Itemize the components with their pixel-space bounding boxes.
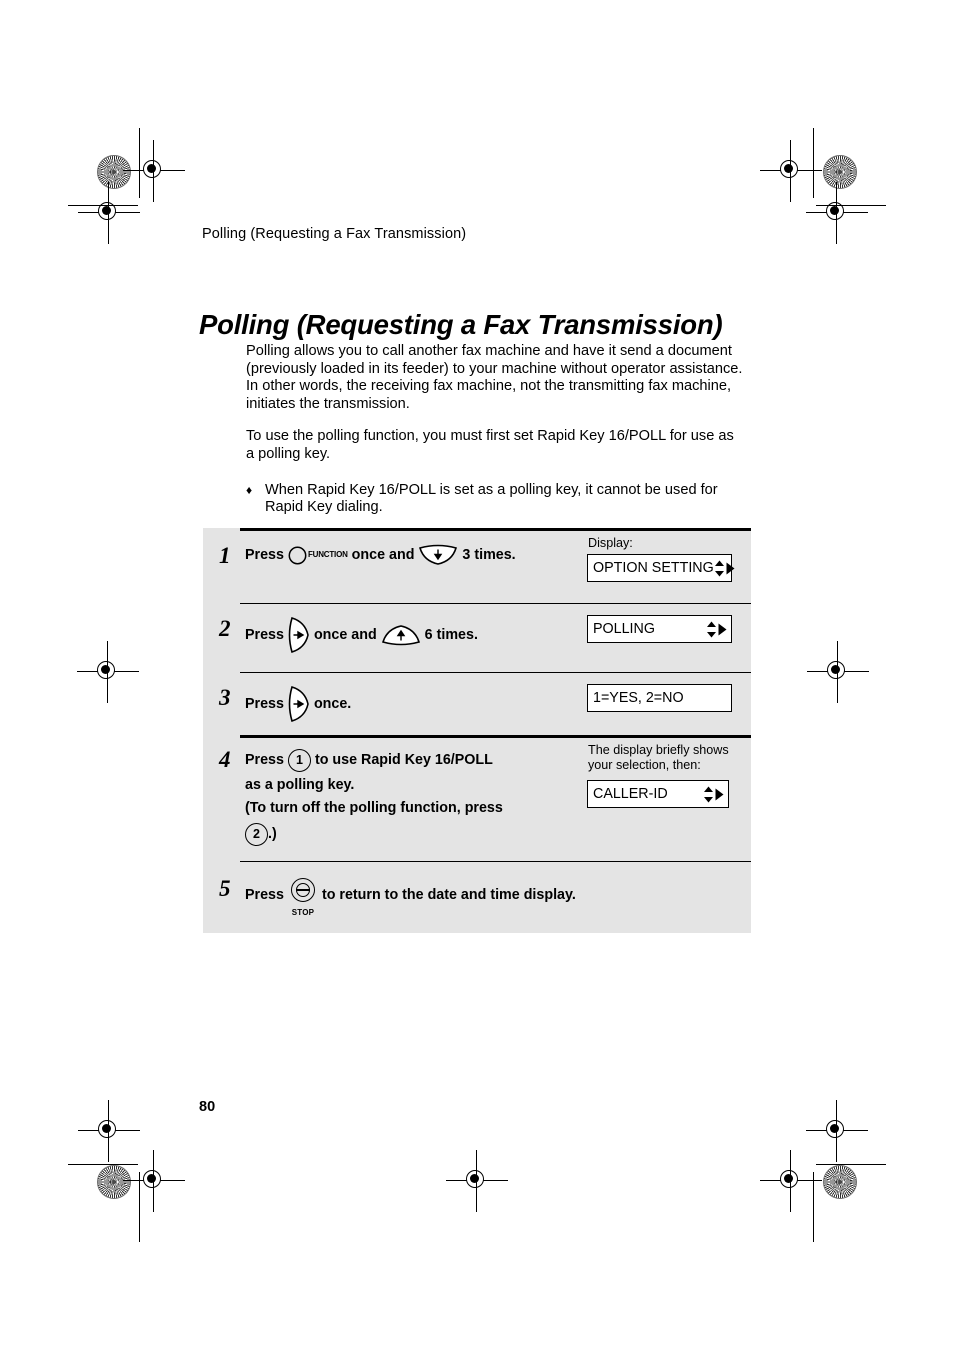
function-key-label: FUNCTION: [307, 550, 348, 560]
step-2-mid-text: once and: [313, 626, 377, 643]
step-4-line-4-tail: .): [268, 826, 277, 842]
page-title: Polling (Requesting a Fax Transmission): [199, 309, 723, 341]
intro-section: Polling allows you to call another fax m…: [246, 343, 744, 517]
trim-line-top-left-horizontal: [68, 205, 138, 207]
crop-mark-mid-left: [77, 641, 139, 703]
diamond-bullet-icon: ♦: [246, 482, 253, 497]
stop-key-slash: [295, 889, 310, 891]
step-3: 3 Press once. 1=YES, 2=NO: [203, 672, 751, 735]
step-2-instruction: Press once and 6 times.: [245, 616, 478, 654]
step-3-tail-text: once.: [313, 695, 352, 712]
step-1-display-caption: Display:: [588, 536, 633, 550]
step-1-instruction: Press FUNCTION once and 3 times.: [245, 543, 516, 567]
crop-mark-top-left-outer: [78, 182, 140, 244]
crop-mark-bottom-left-inner: [123, 1150, 185, 1212]
step-2-number: 2: [219, 616, 231, 641]
step-1: 1 Press FUNCTION once and 3 times. Displ…: [203, 528, 751, 603]
step-5-number: 5: [219, 876, 231, 901]
step-4-press-word: Press: [245, 752, 284, 768]
step-5: 5 Press STOP to return to the date and t…: [203, 861, 751, 933]
intro-paragraph-2: To use the polling function, you must fi…: [246, 428, 734, 462]
procedure-panel: 1 Press FUNCTION once and 3 times. Displ…: [203, 528, 751, 933]
right-arrow-key-icon[interactable]: [288, 616, 310, 654]
step-1-press-word: Press: [245, 547, 284, 563]
registration-dot-bottom-right: [823, 1165, 857, 1199]
step-2-display-box: POLLING: [587, 615, 732, 643]
step-1-display-box: OPTION SETTING: [587, 554, 735, 582]
step-4-line-1-tail: to use Rapid Key 16/POLL: [314, 752, 493, 768]
trim-line-top-right-horizontal: [816, 205, 886, 207]
crop-mark-bottom-center: [446, 1150, 508, 1212]
note-bullet-text: When Rapid Key 16/POLL is set as a polli…: [265, 481, 718, 516]
trim-line-top-right-vertical: [813, 128, 815, 198]
step-3-display-text: 1=YES, 2=NO: [593, 690, 684, 706]
step-4-display-text: CALLER-ID: [593, 786, 668, 802]
right-arrow-key-icon[interactable]: [288, 685, 310, 723]
step-4-display-arrow-indicators: [703, 786, 728, 803]
step-5-instruction: Press STOP to return to the date and tim…: [245, 878, 576, 917]
trim-line-bottom-left-vertical: [139, 1172, 141, 1242]
numeric-key-1-icon[interactable]: 1: [287, 748, 311, 772]
step-2: 2 Press once and 6 times. POLLING: [203, 603, 751, 672]
step-1-display-text: OPTION SETTING: [593, 560, 714, 576]
step-2-display-text: POLLING: [593, 621, 655, 637]
step-5-press-word: Press: [245, 886, 284, 903]
page-number: 80: [199, 1099, 216, 1115]
step-3-press-word: Press: [245, 695, 284, 712]
step-1-tail-text: 3 times.: [462, 547, 516, 563]
step-4-display-box: CALLER-ID: [587, 780, 729, 808]
step-5-tail-text: to return to the date and time display.: [321, 886, 576, 903]
step-3-instruction: Press once.: [245, 685, 351, 723]
up-arrow-key-icon[interactable]: [381, 624, 421, 646]
step-3-display-box: 1=YES, 2=NO: [587, 684, 732, 712]
step-4: 4 Press 1 to use Rapid Key 16/POLL as a …: [203, 735, 751, 861]
step-4-instruction: Press 1 to use Rapid Key 16/POLL as a po…: [245, 747, 503, 849]
step-1-number: 1: [219, 543, 231, 568]
step-3-number: 3: [219, 685, 231, 710]
crop-mark-top-right-outer: [806, 182, 868, 244]
numeric-key-2-icon[interactable]: 2: [245, 822, 268, 846]
step-2-tail-text: 6 times.: [424, 626, 478, 643]
step-4-line-4: 2.): [245, 819, 503, 849]
step-4-display-caption: The display briefly shows your selection…: [588, 743, 729, 772]
down-arrow-key-icon[interactable]: [418, 544, 458, 566]
step-4-line-2: as a polling key.: [245, 777, 355, 793]
trim-line-top-left-vertical: [139, 128, 141, 198]
step-2-press-word: Press: [245, 626, 284, 643]
crop-mark-mid-right: [807, 641, 869, 703]
stop-key-icon[interactable]: STOP: [288, 878, 318, 917]
running-head: Polling (Requesting a Fax Transmission): [202, 226, 467, 242]
step-1-mid-text: once and: [351, 547, 415, 563]
stop-key-label: STOP: [291, 908, 315, 917]
trim-line-bottom-left-horizontal: [68, 1164, 138, 1166]
intro-paragraph-1: Polling allows you to call another fax m…: [246, 343, 743, 412]
step-2-display-arrow-indicators: [706, 621, 731, 638]
step-4-number: 4: [219, 747, 231, 772]
function-key-icon[interactable]: [288, 546, 307, 565]
trim-line-bottom-right-horizontal: [816, 1164, 886, 1166]
step-1-display-arrow-indicators: [714, 560, 739, 577]
step-4-line-1: Press 1 to use Rapid Key 16/POLL: [245, 747, 503, 773]
note-bullet-item: ♦ When Rapid Key 16/POLL is set as a pol…: [246, 482, 744, 517]
trim-line-bottom-right-vertical: [813, 1172, 815, 1242]
step-4-line-3: (To turn off the polling function, press: [245, 800, 503, 816]
